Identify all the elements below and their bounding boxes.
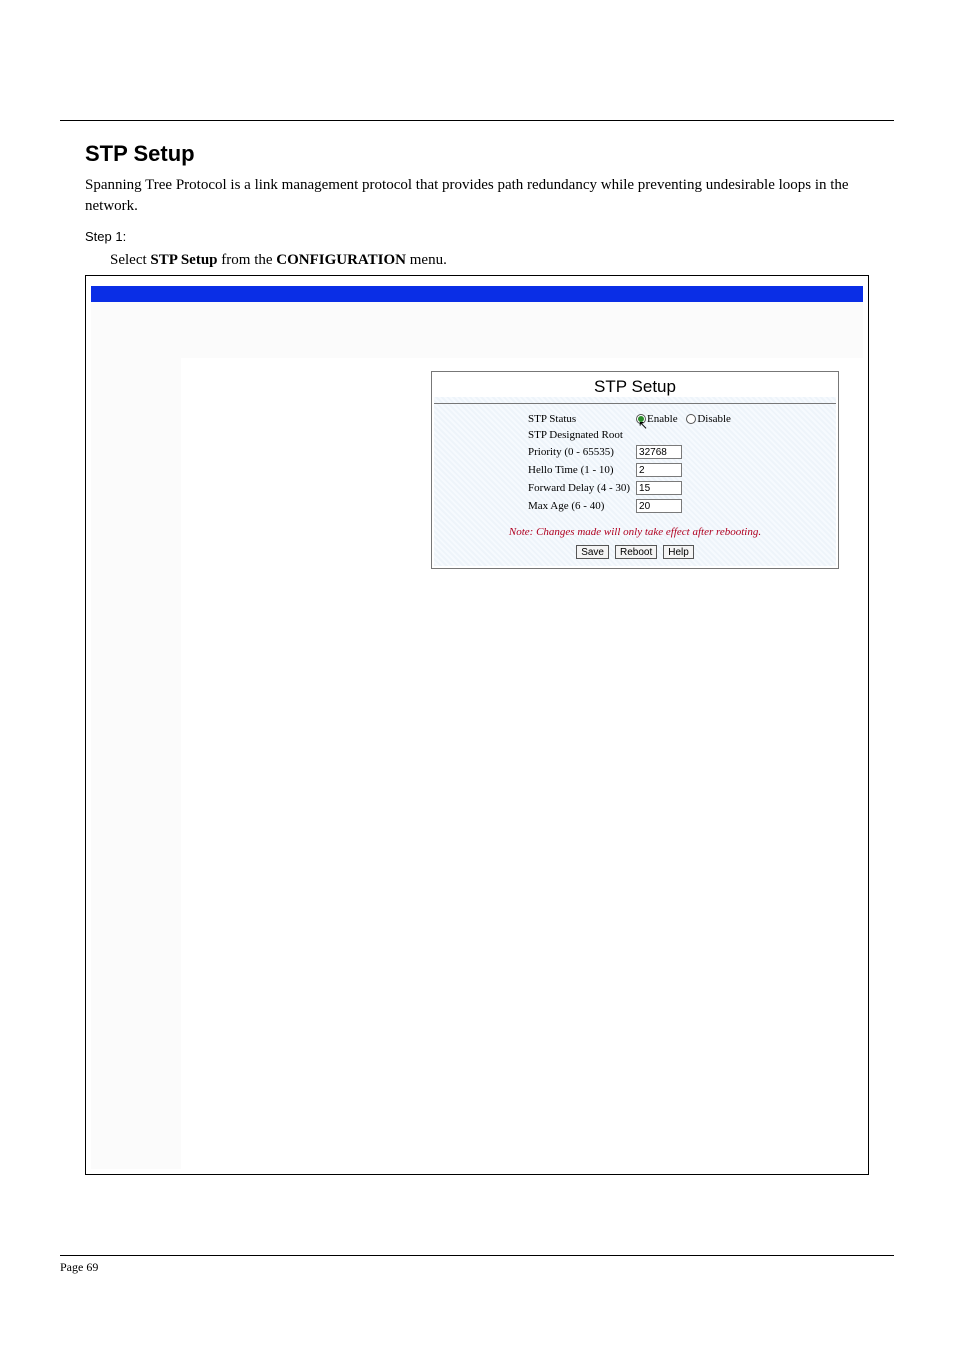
save-button[interactable]: Save: [576, 545, 609, 559]
radio-disable-label: Disable: [697, 413, 731, 425]
input-fwd[interactable]: [636, 481, 682, 495]
row-designated: STP Designated Root: [526, 428, 739, 442]
step-bold1: STP Setup: [150, 252, 217, 268]
value-designated: [634, 428, 739, 442]
label-fwd: Forward Delay (4 - 30): [526, 480, 632, 496]
stp-panel: STP Setup STP Status Enable Disable ↖ ST…: [431, 371, 839, 569]
radio-disable[interactable]: [686, 414, 696, 424]
input-priority[interactable]: [636, 445, 682, 459]
row-status: STP Status Enable Disable ↖: [526, 412, 739, 426]
step-bold2: CONFIGURATION: [276, 252, 406, 268]
top-rule: [60, 120, 894, 121]
input-maxage[interactable]: [636, 499, 682, 513]
toolbar-area: [91, 302, 863, 358]
button-row: Save Reboot Help: [434, 542, 836, 560]
reboot-button[interactable]: Reboot: [615, 545, 657, 559]
footer-row: Page 69: [60, 1260, 894, 1275]
screenshot-frame: STP Setup STP Status Enable Disable ↖ ST…: [85, 275, 869, 1175]
row-hello: Hello Time (1 - 10): [526, 462, 739, 478]
step-end: menu.: [406, 252, 447, 268]
section-heading: STP Setup: [85, 141, 954, 167]
radio-enable-label: Enable: [647, 413, 678, 425]
label-priority: Priority (0 - 65535): [526, 444, 632, 460]
panel-title: STP Setup: [434, 374, 836, 397]
sidebar-area: [91, 358, 181, 1169]
footer-rule: [60, 1255, 894, 1256]
step-suffix: from the: [218, 252, 277, 268]
label-maxage: Max Age (6 - 40): [526, 498, 632, 514]
radio-enable[interactable]: [636, 414, 646, 424]
form-table: STP Status Enable Disable ↖ STP Designat…: [524, 410, 741, 516]
row-priority: Priority (0 - 65535): [526, 444, 739, 460]
help-button[interactable]: Help: [663, 545, 694, 559]
label-status: STP Status: [526, 412, 632, 426]
stp-panel-inner: STP Setup STP Status Enable Disable ↖ ST…: [434, 374, 836, 566]
row-maxage: Max Age (6 - 40): [526, 498, 739, 514]
label-designated: STP Designated Root: [526, 428, 632, 442]
row-fwd: Forward Delay (4 - 30): [526, 480, 739, 496]
label-hello: Hello Time (1 - 10): [526, 462, 632, 478]
step-prefix: Select: [110, 252, 150, 268]
note-text: Note: Changes made will only take effect…: [434, 526, 836, 538]
input-hello[interactable]: [636, 463, 682, 477]
step-label: Step 1:: [85, 229, 954, 244]
window-titlebar: [91, 286, 863, 302]
step-text: Select STP Setup from the CONFIGURATION …: [110, 252, 954, 269]
cell-status-controls: Enable Disable ↖: [634, 412, 739, 426]
panel-divider: [434, 403, 836, 404]
section-body: Spanning Tree Protocol is a link managem…: [85, 175, 854, 217]
footer-page: Page 69: [60, 1260, 98, 1275]
